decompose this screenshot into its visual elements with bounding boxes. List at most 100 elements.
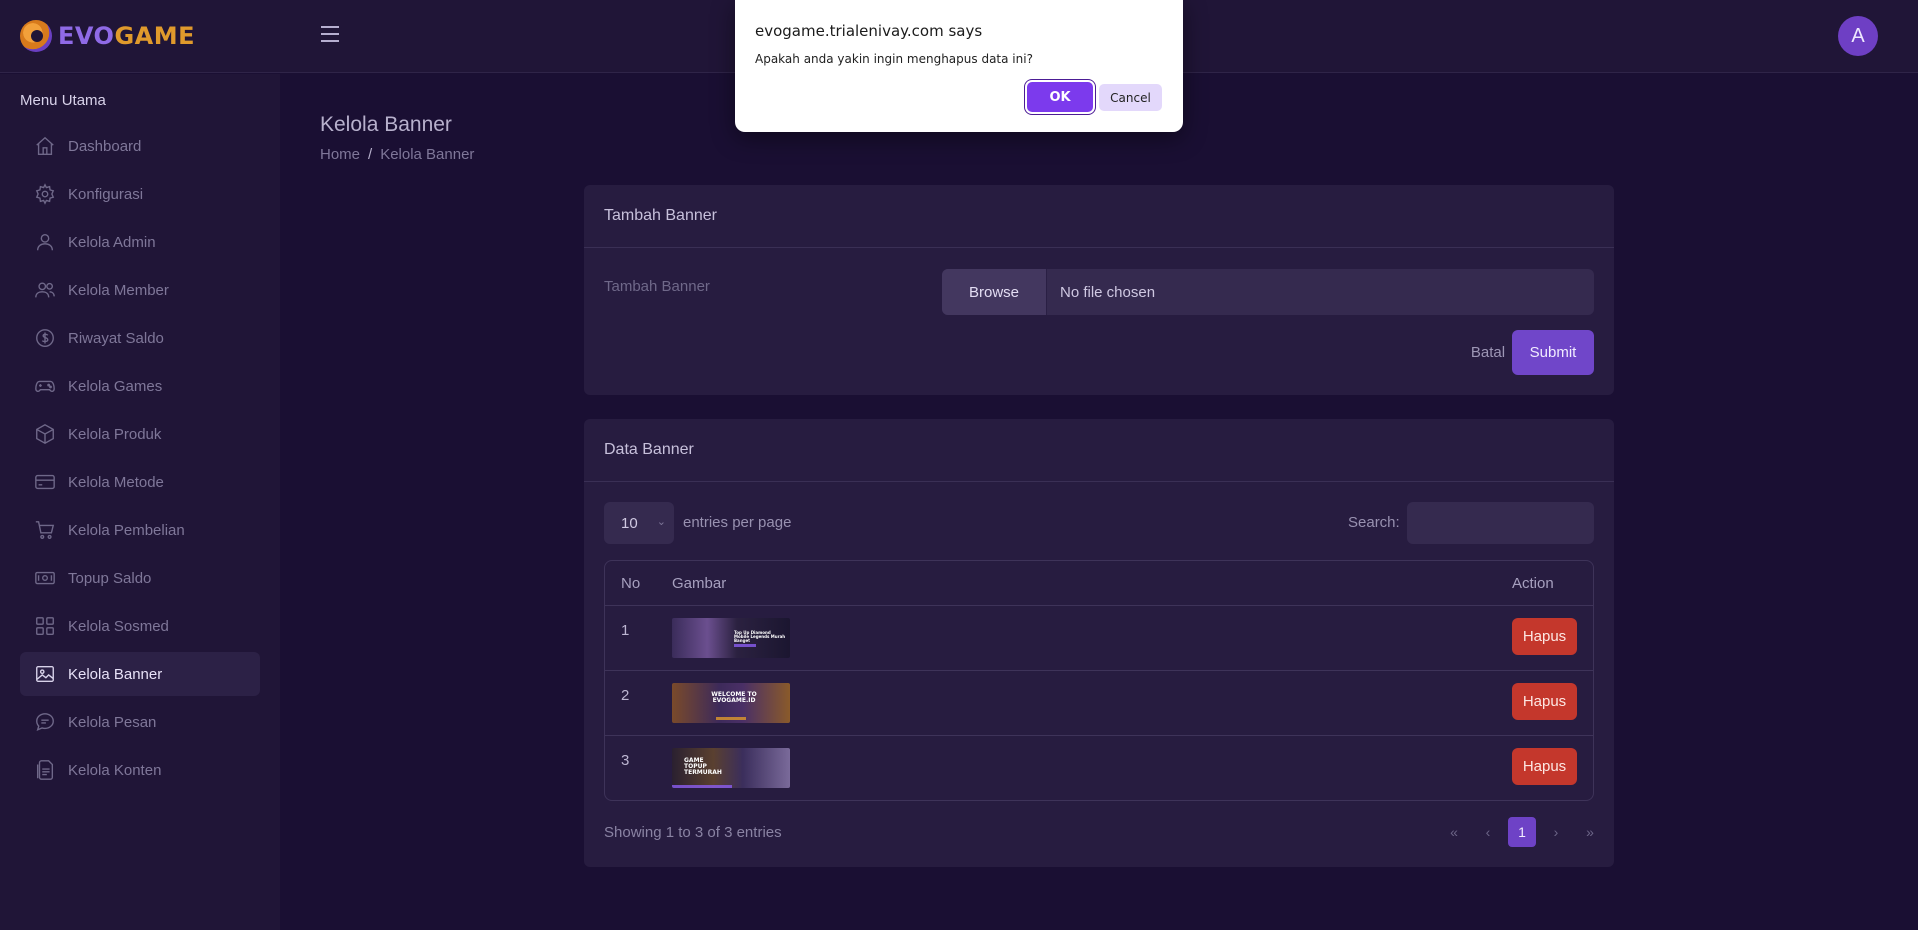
- banner-file-input[interactable]: Browse No file chosen: [942, 269, 1594, 315]
- browse-button[interactable]: Browse: [942, 269, 1047, 315]
- brand-name-part1: EVO: [58, 22, 115, 50]
- breadcrumb: Home / Kelola Banner: [320, 146, 474, 163]
- next-page-button[interactable]: ›: [1542, 817, 1570, 847]
- breadcrumb-current: Kelola Banner: [380, 146, 475, 163]
- brand-logo[interactable]: EVOGAME: [20, 18, 195, 54]
- column-header-no[interactable]: No: [621, 575, 640, 592]
- pagination: « ‹ 1 › »: [1440, 817, 1604, 847]
- sidebar-item-label: Kelola Pesan: [68, 713, 157, 731]
- chat-icon: [36, 713, 54, 731]
- confirm-dialog: evogame.trialenivay.com says Apakah anda…: [735, 0, 1183, 132]
- prev-page-button[interactable]: ‹: [1474, 817, 1502, 847]
- sidebar-item-label: Topup Saldo: [68, 569, 152, 587]
- entries-select-value: 10: [621, 514, 638, 532]
- sidebar-item-riwayat-saldo[interactable]: Riwayat Saldo: [20, 316, 260, 360]
- sidebar-item-kelola-games[interactable]: Kelola Games: [20, 364, 260, 408]
- sidebar-item-konfigurasi[interactable]: Konfigurasi: [20, 172, 260, 216]
- users-icon: [35, 282, 55, 298]
- home-icon: [36, 136, 54, 155]
- hapus-button[interactable]: Hapus: [1512, 683, 1577, 720]
- dialog-message: Apakah anda yakin ingin menghapus data i…: [755, 52, 1033, 66]
- column-header-action[interactable]: Action: [1512, 575, 1554, 592]
- sidebar-item-label: Kelola Produk: [68, 425, 162, 443]
- entries-per-page-select[interactable]: 10 ⌄: [604, 502, 674, 544]
- brand-name: EVOGAME: [58, 22, 195, 50]
- sidebar-item-kelola-banner[interactable]: Kelola Banner: [20, 652, 260, 696]
- table-row: 3 GAME TOPUP TERMURAH Hapus: [605, 736, 1593, 800]
- add-banner-card-header: Tambah Banner: [584, 185, 1614, 248]
- sidebar-item-topup-saldo[interactable]: Topup Saldo: [20, 556, 260, 600]
- table-info: Showing 1 to 3 of 3 entries: [604, 824, 782, 841]
- sidebar-item-kelola-pembelian[interactable]: Kelola Pembelian: [20, 508, 260, 552]
- box-icon: [36, 424, 54, 444]
- sidebar-item-dashboard[interactable]: Dashboard: [20, 124, 260, 168]
- ok-button[interactable]: OK: [1027, 82, 1093, 112]
- batal-button[interactable]: Batal: [1458, 330, 1518, 375]
- hapus-button[interactable]: Hapus: [1512, 748, 1577, 785]
- sidebar-item-kelola-member[interactable]: Kelola Member: [20, 268, 260, 312]
- breadcrumb-separator: /: [368, 146, 373, 163]
- data-banner-card: Data Banner 10 ⌄ entries per page Search…: [584, 419, 1614, 867]
- sidebar-item-label: Konfigurasi: [68, 185, 144, 203]
- banner-thumbnail[interactable]: Top Up Diamond Mobile Legends Murah Bang…: [672, 618, 790, 658]
- breadcrumb-home[interactable]: Home: [320, 146, 360, 163]
- sidebar-item-kelola-produk[interactable]: Kelola Produk: [20, 412, 260, 456]
- sidebar-menu: Dashboard Konfigurasi Kelola Admin Kelol…: [20, 124, 260, 796]
- sidebar-item-label: Dashboard: [68, 137, 142, 155]
- column-header-gambar[interactable]: Gambar: [672, 575, 726, 592]
- sidebar-item-label: Kelola Konten: [68, 761, 162, 779]
- sidebar-item-label: Kelola Sosmed: [68, 617, 169, 635]
- sidebar-item-label: Kelola Pembelian: [68, 521, 185, 539]
- brand-name-part2: GAME: [114, 22, 196, 50]
- data-banner-card-header: Data Banner: [584, 419, 1614, 482]
- sidebar-item-label: Kelola Admin: [68, 233, 156, 251]
- grid-icon: [36, 617, 54, 635]
- sidebar-item-label: Kelola Member: [68, 281, 169, 299]
- dialog-title: evogame.trialenivay.com says: [755, 22, 983, 40]
- dollar-circle-icon: [36, 329, 54, 347]
- image-icon: [36, 665, 54, 683]
- page-title: Kelola Banner: [320, 113, 452, 136]
- banner-field-label: Tambah Banner: [604, 278, 710, 295]
- banner-thumbnail[interactable]: GAME TOPUP TERMURAH: [672, 748, 790, 788]
- user-icon: [36, 233, 54, 251]
- sidebar-item-kelola-admin[interactable]: Kelola Admin: [20, 220, 260, 264]
- banner-table: No Gambar Action 1 Top Up Diamond Mobile…: [604, 560, 1594, 801]
- page-1-button[interactable]: 1: [1508, 817, 1536, 847]
- last-page-button[interactable]: »: [1576, 817, 1604, 847]
- file-status: No file chosen: [1060, 283, 1156, 301]
- gear-icon: [35, 183, 55, 205]
- row-number: 3: [621, 752, 630, 769]
- row-number: 1: [621, 622, 630, 639]
- avatar[interactable]: A: [1838, 16, 1878, 56]
- banner-thumbnail[interactable]: WELCOME TO EVOGAME.ID: [672, 683, 790, 723]
- thumbnail-text: Top Up Diamond Mobile Legends Murah Bang…: [734, 630, 786, 643]
- sidebar: Menu Utama Dashboard Konfigurasi Kelola …: [0, 74, 280, 930]
- cash-icon: [35, 571, 55, 585]
- thumbnail-text: GAME TOPUP TERMURAH: [684, 757, 722, 776]
- chevron-down-icon: ⌄: [656, 516, 666, 528]
- first-page-button[interactable]: «: [1440, 817, 1468, 847]
- sidebar-item-label: Kelola Metode: [68, 473, 164, 491]
- add-banner-card: Tambah Banner Tambah Banner Browse No fi…: [584, 185, 1614, 395]
- hamburger-menu-icon[interactable]: [321, 26, 341, 46]
- table-row: 2 WELCOME TO EVOGAME.ID Hapus: [605, 671, 1593, 736]
- search-label: Search:: [1348, 514, 1400, 531]
- table-header: No Gambar Action: [605, 561, 1593, 606]
- row-number: 2: [621, 687, 630, 704]
- sidebar-item-kelola-sosmed[interactable]: Kelola Sosmed: [20, 604, 260, 648]
- sidebar-item-kelola-pesan[interactable]: Kelola Pesan: [20, 700, 260, 744]
- search-input[interactable]: [1407, 502, 1594, 544]
- card-icon: [35, 474, 55, 490]
- sidebar-item-label: Kelola Banner: [68, 665, 163, 683]
- sidebar-item-kelola-konten[interactable]: Kelola Konten: [20, 748, 260, 792]
- sidebar-item-label: Kelola Games: [68, 377, 163, 395]
- document-icon: [36, 760, 54, 780]
- hapus-button[interactable]: Hapus: [1512, 618, 1577, 655]
- submit-button[interactable]: Submit: [1512, 330, 1594, 375]
- gamepad-icon: [35, 380, 55, 392]
- sidebar-item-kelola-metode[interactable]: Kelola Metode: [20, 460, 260, 504]
- thumbnail-text: WELCOME TO EVOGAME.ID: [711, 691, 757, 704]
- logo-mark-icon: [20, 20, 52, 52]
- cancel-button[interactable]: Cancel: [1099, 84, 1162, 111]
